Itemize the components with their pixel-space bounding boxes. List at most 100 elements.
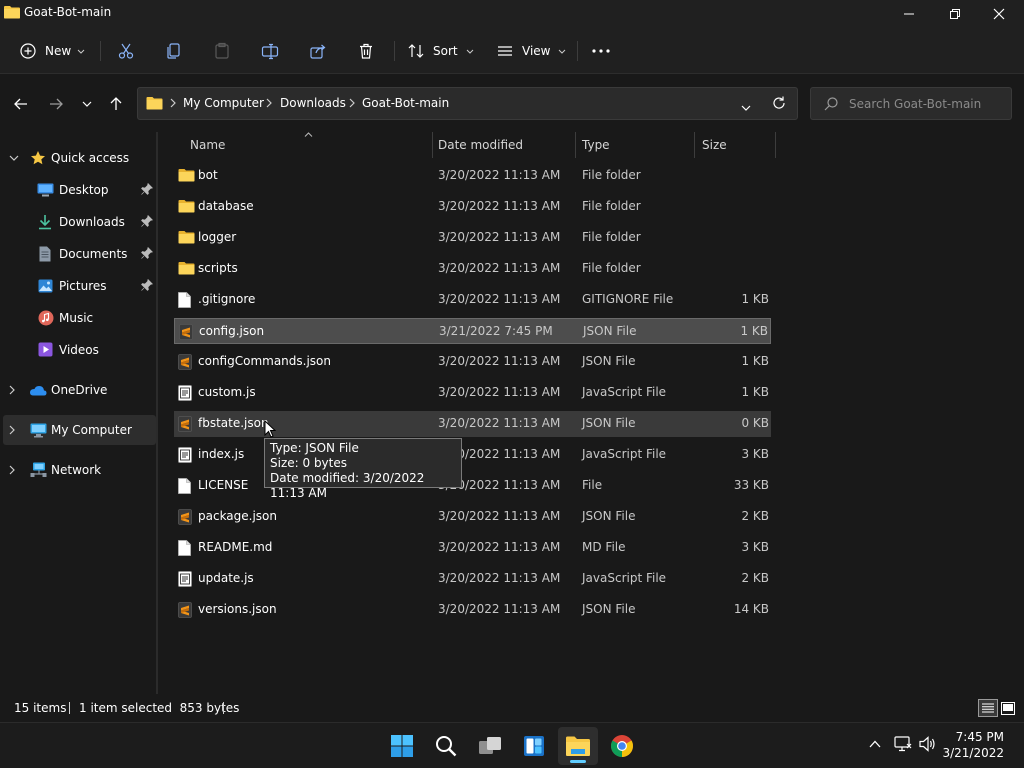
sidebar-item-desktop[interactable]: Desktop — [0, 175, 156, 205]
file-date-modified: 3/21/2022 7:45 PM — [439, 324, 553, 338]
column-header-type[interactable]: Type — [575, 132, 694, 158]
file-row[interactable]: database 3/20/2022 11:13 AM File folder — [174, 194, 771, 220]
file-row[interactable]: .gitignore 3/20/2022 11:13 AM GITIGNORE Fi… — [174, 287, 771, 313]
sidebar-item-music[interactable]: Music — [0, 303, 156, 333]
search-input[interactable] — [849, 95, 1007, 113]
window-title: Goat-Bot-main — [24, 5, 112, 19]
cut-button[interactable] — [117, 37, 135, 65]
sidebar-item-my-computer[interactable]: My Computer — [3, 415, 156, 445]
recent-locations-button[interactable] — [75, 92, 99, 116]
delete-button[interactable] — [357, 37, 375, 65]
column-divider[interactable] — [775, 132, 776, 158]
sidebar-item-quick-access[interactable]: Quick access — [0, 143, 156, 173]
chevron-down-icon[interactable] — [9, 155, 19, 161]
file-type: File — [582, 478, 603, 492]
file-type: File folder — [582, 168, 641, 182]
file-size: 33 KB — [733, 478, 769, 492]
divider — [69, 702, 70, 714]
file-row[interactable]: scripts 3/20/2022 11:13 AM File folder — [174, 256, 771, 282]
sort-button[interactable]: Sort — [408, 37, 474, 65]
folder-icon — [4, 5, 20, 22]
sidebar-item-network[interactable]: Network — [0, 455, 156, 485]
sidebar-item-onedrive[interactable]: OneDrive — [0, 375, 156, 405]
file-size: 1 KB — [740, 324, 768, 338]
column-header-name[interactable]: Name — [174, 132, 432, 158]
address-bar[interactable]: My Computer Downloads Goat-Bot-main — [137, 87, 798, 120]
task-view-button[interactable] — [470, 727, 510, 765]
widgets-button[interactable] — [514, 727, 554, 765]
file-row[interactable]: logger 3/20/2022 11:13 AM File folder — [174, 225, 771, 251]
file-icon — [178, 292, 191, 311]
pin-icon[interactable] — [141, 247, 153, 259]
rename-button[interactable] — [261, 37, 279, 65]
column-header-size[interactable]: Size — [694, 132, 775, 158]
divider — [100, 41, 101, 61]
sidebar-item-videos[interactable]: Videos — [0, 335, 156, 365]
new-button[interactable]: New — [20, 37, 85, 65]
file-date-modified: 3/20/2022 11:13 AM — [438, 168, 561, 182]
share-icon — [310, 44, 326, 59]
arrow-left-icon — [14, 98, 27, 110]
minimize-button[interactable] — [886, 0, 932, 28]
refresh-button[interactable] — [772, 96, 786, 113]
chevron-right-icon[interactable] — [9, 385, 15, 395]
file-row[interactable]: config.json 3/21/2022 7:45 PM JSON File 1 K… — [174, 318, 771, 344]
file-name: configCommands.json — [198, 354, 331, 368]
file-date-modified: 3/20/2022 11:13 AM — [438, 416, 561, 430]
download-icon — [39, 215, 51, 230]
restore-button[interactable] — [932, 0, 978, 28]
breadcrumb-downloads[interactable]: Downloads — [280, 96, 346, 110]
widgets-icon — [524, 736, 544, 756]
search-taskbar-button[interactable] — [426, 727, 466, 765]
details-view-button[interactable] — [978, 699, 998, 717]
chrome-taskbar-button[interactable] — [602, 727, 642, 765]
file-row[interactable]: update.js 3/20/2022 11:13 AM JavaScript Fi… — [174, 566, 771, 592]
more-options-button[interactable] — [592, 37, 610, 65]
sidebar-item-downloads[interactable]: Downloads — [0, 207, 156, 237]
breadcrumb-goat-bot-main[interactable]: Goat-Bot-main — [362, 96, 449, 110]
json-file-icon — [179, 324, 193, 343]
sidebar-item-pictures[interactable]: Pictures — [0, 271, 156, 301]
divider — [223, 702, 224, 714]
paste-button[interactable] — [213, 37, 231, 65]
pin-icon[interactable] — [141, 215, 153, 227]
breadcrumb-my-computer[interactable]: My Computer — [183, 96, 264, 110]
tiles-view-icon — [1001, 701, 1015, 715]
view-button[interactable]: View — [497, 37, 566, 65]
sidebar-item-label: Pictures — [59, 279, 107, 293]
chevron-right-icon[interactable] — [9, 465, 15, 475]
up-button[interactable] — [104, 92, 128, 116]
file-type: JavaScript File — [582, 447, 667, 461]
file-row[interactable]: custom.js 3/20/2022 11:13 AM JavaScript Fi… — [174, 380, 771, 406]
file-row[interactable]: package.json 3/20/2022 11:13 AM JSON File 2… — [174, 504, 771, 530]
pin-icon[interactable] — [141, 183, 153, 195]
file-row[interactable]: configCommands.json 3/20/2022 11:13 AM JSO… — [174, 349, 771, 375]
copy-button[interactable] — [165, 37, 183, 65]
file-name: update.js — [198, 571, 254, 585]
system-clock[interactable]: 7:45 PM 3/21/2022 — [942, 729, 1004, 761]
column-header-date[interactable]: Date modified — [432, 132, 575, 158]
file-explorer-taskbar-button[interactable] — [558, 727, 598, 765]
chevron-up-icon[interactable] — [869, 740, 881, 748]
close-button[interactable] — [976, 0, 1022, 28]
file-row[interactable]: bot 3/20/2022 11:13 AM File folder — [174, 163, 771, 189]
chevron-right-icon[interactable] — [9, 425, 15, 435]
network-status-icon[interactable] — [894, 736, 912, 752]
back-button[interactable] — [9, 92, 33, 116]
file-date-modified: 3/20/2022 11:13 AM — [438, 354, 561, 368]
file-type: GITIGNORE File — [582, 292, 674, 306]
start-button[interactable] — [382, 727, 422, 765]
file-row[interactable]: versions.json 3/20/2022 11:13 AM JSON File… — [174, 597, 771, 623]
volume-icon[interactable] — [919, 736, 937, 752]
sort-icon — [408, 44, 424, 58]
forward-button[interactable] — [44, 92, 68, 116]
tiles-view-button[interactable] — [1000, 700, 1016, 716]
address-history-button[interactable] — [741, 100, 751, 114]
share-button[interactable] — [309, 37, 327, 65]
sidebar-item-label: Downloads — [59, 215, 125, 229]
file-row[interactable]: README.md 3/20/2022 11:13 AM MD File 3 KB — [174, 535, 771, 561]
sidebar-item-documents[interactable]: Documents — [0, 239, 156, 269]
active-indicator — [570, 760, 586, 763]
search-box[interactable] — [810, 87, 1012, 120]
pin-icon[interactable] — [141, 279, 153, 291]
